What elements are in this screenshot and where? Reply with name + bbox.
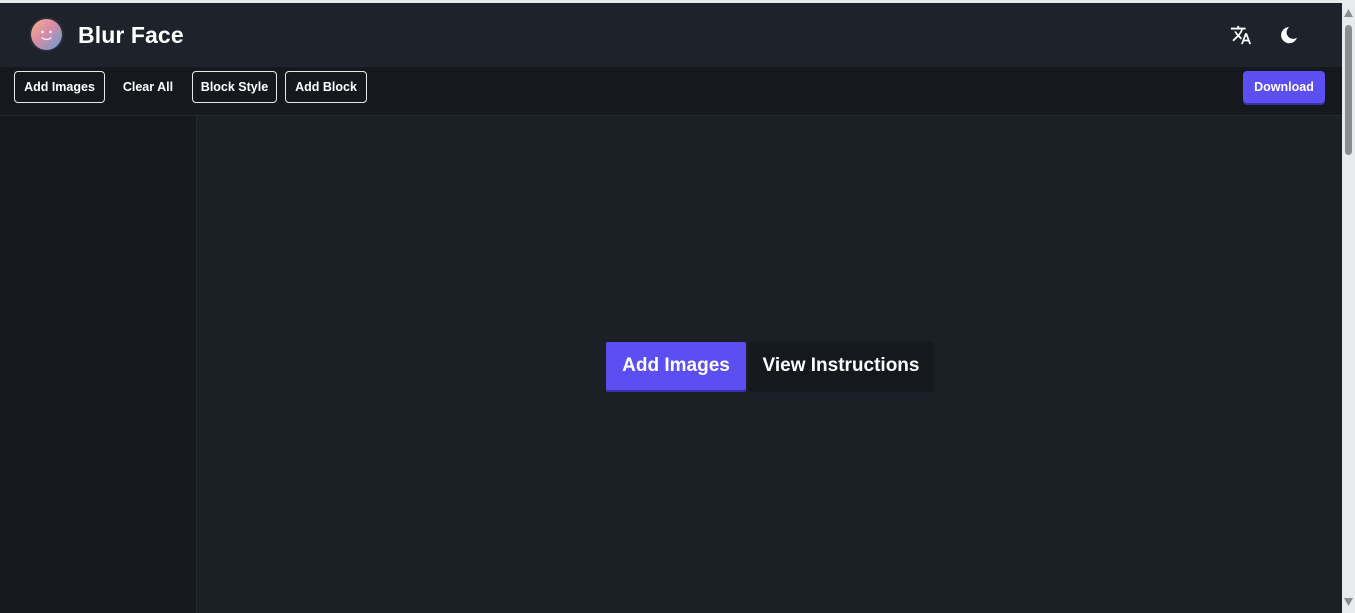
smiley-logo-icon (31, 19, 62, 50)
clear-all-button[interactable]: Clear All (113, 71, 183, 103)
add-block-button[interactable]: Add Block (285, 71, 367, 103)
image-list-sidebar (0, 116, 197, 613)
page-scrollbar[interactable] (1342, 3, 1355, 613)
block-style-button[interactable]: Block Style (192, 71, 277, 103)
translate-icon[interactable] (1228, 22, 1254, 48)
app-title: Blur Face (78, 22, 184, 48)
scroll-up-arrow-icon[interactable] (1344, 9, 1353, 17)
download-button[interactable]: Download (1243, 71, 1325, 103)
moon-icon[interactable] (1276, 22, 1302, 48)
app-window: Blur Face Add Images Clear All Block Sty… (0, 3, 1342, 613)
add-images-button[interactable]: Add Images (606, 342, 746, 390)
scroll-down-arrow-icon[interactable] (1344, 598, 1353, 606)
toolbar: Add Images Clear All Block Style Add Blo… (0, 67, 1342, 116)
toolbar-add-images-button[interactable]: Add Images (14, 71, 105, 103)
view-instructions-button[interactable]: View Instructions (749, 342, 933, 390)
scrollbar-thumb[interactable] (1345, 25, 1352, 155)
app-header: Blur Face (0, 3, 1342, 67)
